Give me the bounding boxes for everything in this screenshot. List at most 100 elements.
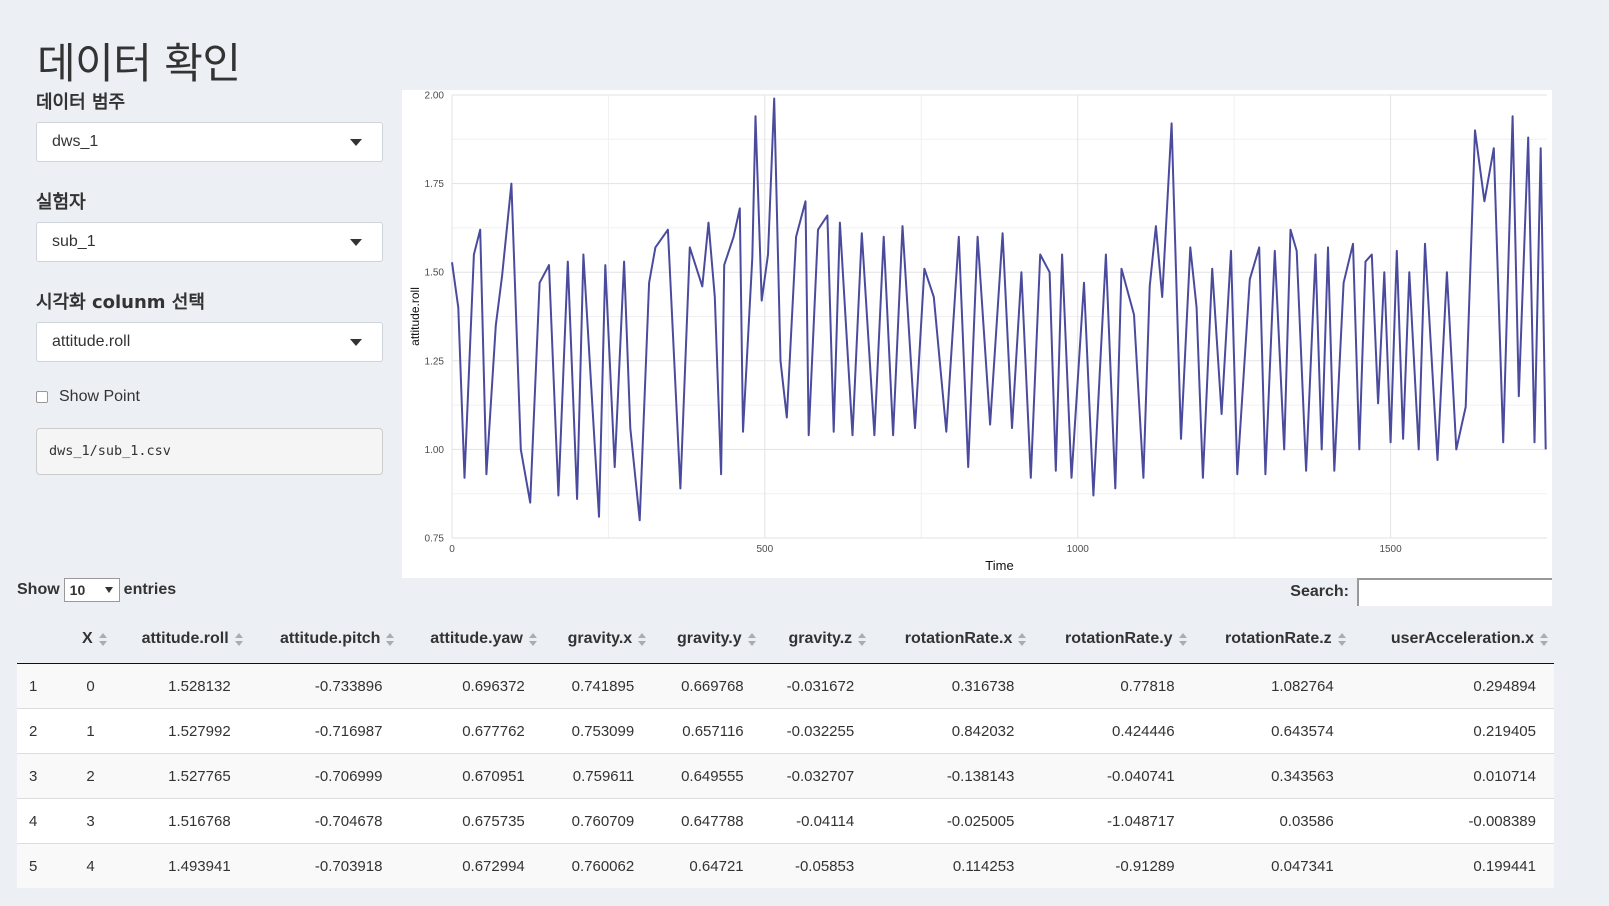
column-header-label: gravity.z	[788, 630, 853, 647]
table-cell: 0.672994	[400, 843, 543, 888]
table-cell: 0.03586	[1192, 798, 1352, 844]
column-select[interactable]: attitude.roll	[36, 322, 383, 362]
column-header-label: gravity.x	[567, 630, 633, 647]
column-header[interactable]: gravity.x	[542, 615, 653, 664]
table-cell: -0.704678	[248, 798, 401, 844]
table-body: 1 0 1.528132 -0.733896 0.696372 0.741895 0.669…	[17, 663, 1554, 888]
subject-label: 실험자	[36, 192, 86, 213]
column-header-label: attitude.yaw	[430, 630, 523, 647]
sort-icon	[1178, 633, 1187, 647]
column-header[interactable]: rotationRate.y	[1032, 615, 1193, 664]
table-cell: -0.008389	[1351, 798, 1554, 844]
table-cell: 0.047341	[1192, 843, 1352, 888]
table-row[interactable]: 3 2 1.527765 -0.706999 0.670951 0.759611 0.649…	[17, 753, 1554, 799]
column-header[interactable]	[17, 615, 67, 664]
table-cell: -0.703918	[248, 843, 401, 888]
y-tick-label: 1.00	[425, 445, 445, 456]
table-cell: -1.048717	[1032, 798, 1193, 844]
column-header-label: rotationRate.z	[1225, 630, 1332, 647]
column-header-label: rotationRate.x	[904, 630, 1013, 647]
sort-icon	[1337, 633, 1346, 647]
table-cell: 1.527992	[112, 708, 249, 754]
column-select-value: attitude.roll	[52, 333, 131, 350]
sort-icon	[747, 633, 756, 647]
sort-icon	[528, 633, 537, 647]
table-cell: 3	[17, 753, 67, 799]
table-cell: 4	[17, 798, 67, 844]
table-cell: -0.032707	[761, 753, 873, 799]
subject-select[interactable]: sub_1	[36, 222, 383, 262]
table-row[interactable]: 5 4 1.493941 -0.703918 0.672994 0.760062 0.647…	[17, 843, 1554, 888]
table-cell: -0.716987	[248, 708, 401, 754]
table-cell: 0.316738	[872, 663, 1033, 709]
column-header[interactable]: attitude.yaw	[400, 615, 543, 664]
table-cell: 0.77818	[1032, 663, 1193, 709]
show-point-row[interactable]: Show Point	[36, 388, 383, 406]
table-cell: -0.04114	[761, 798, 873, 844]
x-tick-label: 0	[449, 544, 455, 555]
table-cell: 0.199441	[1351, 843, 1554, 888]
column-header[interactable]: rotationRate.z	[1192, 615, 1352, 664]
y-tick-label: 1.75	[425, 179, 445, 190]
column-header[interactable]: userAcceleration.x	[1351, 615, 1554, 664]
column-header[interactable]: gravity.z	[761, 615, 873, 664]
table-cell: 4	[67, 843, 113, 888]
table-cell: 0.010714	[1351, 753, 1554, 799]
data-table-wrap: Xattitude.roll attitude.pitch attitude.yaw…	[17, 615, 1554, 888]
sort-icon	[638, 633, 647, 647]
table-cell: -0.91289	[1032, 843, 1193, 888]
x-axis-label: Time	[985, 558, 1013, 573]
table-cell: -0.025005	[872, 798, 1033, 844]
table-controls: Show 10 entries Search:	[17, 578, 1552, 610]
show-point-checkbox[interactable]	[36, 391, 48, 403]
table-cell: -0.138143	[872, 753, 1033, 799]
entries-label: entries	[123, 581, 177, 598]
table-cell: 0.343563	[1192, 753, 1352, 799]
table-cell: 1.493941	[112, 843, 249, 888]
table-cell: 3	[67, 798, 113, 844]
table-search: Search:	[1290, 578, 1552, 606]
table-cell: 0.753099	[542, 708, 653, 754]
table-cell: 2	[67, 753, 113, 799]
column-header[interactable]: X	[67, 615, 113, 664]
table-cell: 0.741895	[542, 663, 653, 709]
category-select-value: dws_1	[52, 133, 99, 150]
table-cell: 0.294894	[1351, 663, 1554, 709]
table-row[interactable]: 2 1 1.527992 -0.716987 0.677762 0.753099 0.657…	[17, 708, 1554, 754]
column-header-label: gravity.y	[677, 630, 742, 647]
column-header-label: attitude.roll	[141, 630, 229, 647]
table-cell: 0	[67, 663, 113, 709]
chevron-down-icon	[104, 587, 113, 593]
table-row[interactable]: 4 3 1.516768 -0.704678 0.675735 0.760709 0.647…	[17, 798, 1554, 844]
y-tick-label: 1.25	[425, 356, 445, 367]
table-cell: 2	[17, 708, 67, 754]
y-axis-label: attitude.roll	[408, 287, 422, 346]
entries-select[interactable]: 10	[63, 578, 120, 602]
x-tick-label: 1500	[1379, 544, 1402, 555]
table-cell: 0.657116	[652, 708, 762, 754]
column-header[interactable]: gravity.y	[652, 615, 762, 664]
y-tick-label: 0.75	[425, 534, 445, 545]
table-cell: 1.527765	[112, 753, 249, 799]
column-header-label: rotationRate.y	[1064, 630, 1173, 647]
column-label: 시각화 colunm 선택	[36, 292, 205, 313]
column-header[interactable]: rotationRate.x	[872, 615, 1033, 664]
column-header-label: X	[82, 630, 93, 647]
category-select[interactable]: dws_1	[36, 122, 383, 162]
search-input[interactable]	[1357, 578, 1552, 606]
column-header[interactable]: attitude.pitch	[248, 615, 401, 664]
data-table: Xattitude.roll attitude.pitch attitude.yaw…	[17, 615, 1554, 888]
table-row[interactable]: 1 0 1.528132 -0.733896 0.696372 0.741895 0.669…	[17, 663, 1554, 709]
table-cell: -0.05853	[761, 843, 873, 888]
chevron-down-icon	[350, 239, 362, 246]
sidebar: 데이터 범주 dws_1 실험자 sub_1 시각화 colunm 선택 att…	[36, 88, 383, 475]
table-cell: 0.675735	[400, 798, 543, 844]
column-header-label: attitude.pitch	[280, 630, 381, 647]
column-header[interactable]: attitude.roll	[112, 615, 249, 664]
chevron-down-icon	[350, 139, 362, 146]
table-cell: 1.528132	[112, 663, 249, 709]
table-cell: 5	[17, 843, 67, 888]
y-tick-label: 1.50	[425, 268, 445, 279]
sort-icon	[1018, 633, 1027, 647]
table-cell: -0.733896	[248, 663, 401, 709]
